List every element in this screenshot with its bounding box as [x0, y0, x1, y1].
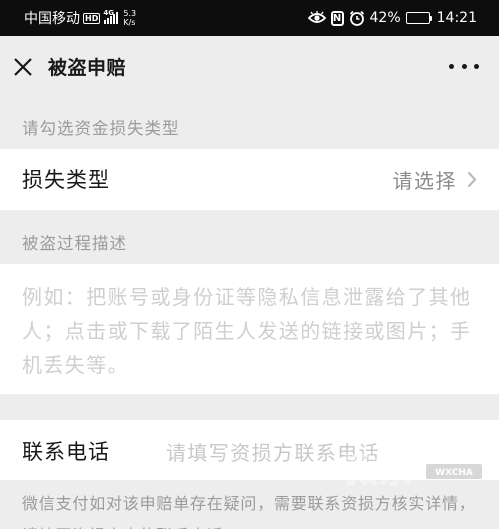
speed-unit: K/s [123, 18, 136, 27]
eye-comfort-icon [307, 11, 326, 23]
loss-type-section-label: 请勾选资金损失类型 [22, 119, 180, 138]
watermark-text: WXCHA [435, 468, 473, 478]
battery-icon [405, 12, 432, 24]
more-dot-icon [474, 63, 479, 69]
description-placeholder: 例如：把账号或身份证等隐私信息泄露给了其他人；点击或下载了陌生人发送的链接或图片… [22, 285, 472, 377]
speed-value: 5.3 [123, 9, 137, 18]
more-dot-icon [449, 63, 454, 69]
loss-type-label: 损失类型 [22, 168, 110, 192]
page-title: 被盗申赔 [48, 57, 127, 79]
network-type: 4G [103, 9, 114, 17]
alarm-icon [349, 10, 364, 26]
carrier-name: 中国移动 [24, 11, 80, 27]
nfc-icon: N [330, 10, 344, 26]
network-speed: 5.3 K/s [123, 9, 136, 27]
loss-type-value: 请选择 [392, 169, 457, 193]
more-button[interactable] [449, 58, 479, 74]
nav-header: 被盗申赔 [0, 36, 499, 97]
description-section-label: 被盗过程描述 [22, 234, 127, 253]
status-bar: 中国移动 HD 4G 5.3 K/s N 42% 14:21 [0, 0, 499, 36]
close-icon [14, 57, 32, 76]
screen: 中国移动 HD 4G 5.3 K/s N 42% 14:21 被盗申赔 请勾选资… [0, 0, 499, 529]
status-bar-right: N 42% 14:21 [303, 10, 477, 26]
more-dot-icon [461, 63, 467, 69]
clock-time: 14:21 [436, 10, 477, 26]
description-textarea[interactable]: 例如：把账号或身份证等隐私信息泄露给了其他人；点击或下载了陌生人发送的链接或图片… [0, 264, 499, 394]
watermark-logo: 微茶 WXCHA [341, 449, 482, 492]
status-bar-left: 中国移动 HD 4G 5.3 K/s [24, 8, 136, 28]
hd-badge: HD [83, 12, 101, 24]
battery-percent: 42% [369, 10, 401, 26]
close-button[interactable] [0, 36, 48, 97]
loss-type-row[interactable]: 损失类型 请选择 [0, 149, 499, 210]
signal-icon: 4G [103, 9, 119, 24]
phone-label: 联系电话 [22, 440, 110, 464]
chevron-right-icon [467, 171, 477, 188]
watermark-glyphs: 微茶 [342, 450, 414, 491]
